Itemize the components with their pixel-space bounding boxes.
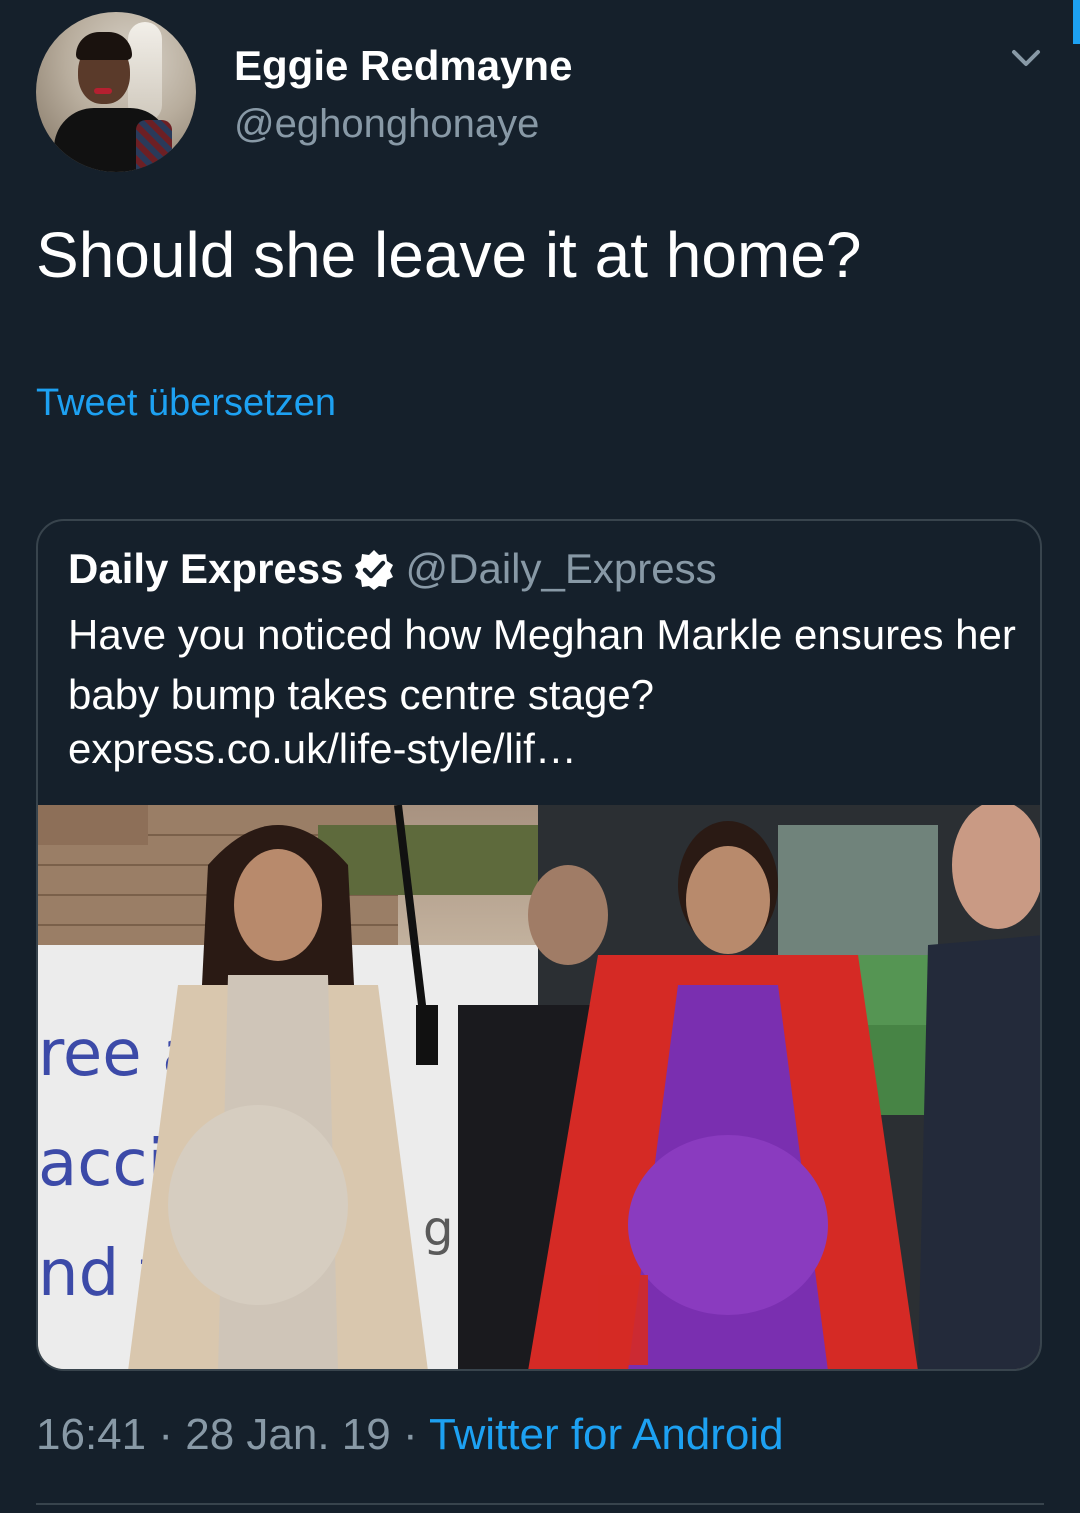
quoted-tweet-image[interactable]: ree ar accin nd fl g <box>38 805 1040 1369</box>
avatar-lips <box>94 88 112 94</box>
quoted-author-handle: @Daily_Express <box>405 545 717 592</box>
translate-tweet-link[interactable]: Tweet übersetzen <box>36 382 336 425</box>
quoted-tweet-header: Daily Express @Daily_Express <box>68 545 717 593</box>
chevron-down-icon[interactable] <box>1006 38 1046 78</box>
author-name[interactable]: Eggie Redmayne <box>234 42 572 90</box>
meta-separator: · <box>390 1410 430 1459</box>
quoted-tweet-link[interactable]: express.co.uk/life-style/lif… <box>68 725 577 773</box>
tweet-time: 16:41 <box>36 1410 147 1459</box>
quoted-tweet[interactable]: Daily Express @Daily_Express Have you no… <box>36 519 1042 1371</box>
tweet: Eggie Redmayne @eghonghonaye Should she … <box>0 0 1080 1513</box>
banner-text-fragment: g <box>423 1201 453 1257</box>
avatar-hair <box>76 32 132 60</box>
meta-separator: · <box>146 1410 186 1459</box>
tweet-header: Eggie Redmayne @eghonghonaye <box>36 12 1046 172</box>
avatar-background <box>128 22 162 122</box>
tweet-text: Should she leave it at home? <box>36 219 862 291</box>
author-handle[interactable]: @eghonghonaye <box>234 102 539 147</box>
tweet-meta: 16:41 · 28 Jan. 19 · Twitter for Android <box>36 1410 784 1460</box>
avatar-scarf <box>136 120 172 172</box>
verified-badge-icon <box>354 550 393 590</box>
quoted-author-name: Daily Express <box>68 545 344 592</box>
divider <box>36 1503 1044 1505</box>
tweet-date: 28 Jan. 19 <box>185 1410 391 1459</box>
tweet-source-link[interactable]: Twitter for Android <box>429 1410 784 1459</box>
avatar[interactable] <box>36 12 196 172</box>
photo-illustration: ree ar accin nd fl g <box>38 805 1040 1369</box>
quoted-tweet-text: Have you noticed how Meghan Markle ensur… <box>68 611 1016 718</box>
